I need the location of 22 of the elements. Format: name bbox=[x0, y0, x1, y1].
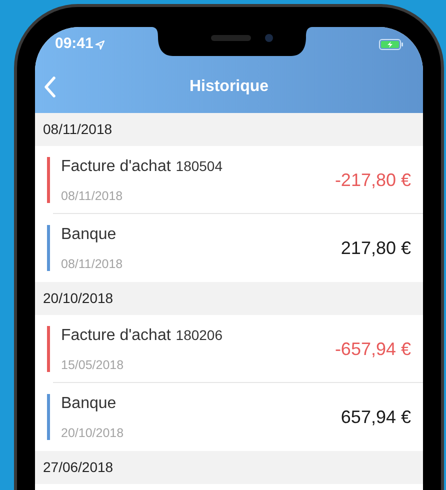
nav-title: Historique bbox=[189, 76, 269, 96]
transaction-reference: 180206 bbox=[176, 326, 222, 345]
location-arrow-icon bbox=[95, 40, 106, 50]
transaction-amount: -657,94 € bbox=[334, 338, 411, 360]
transaction-title: Banque bbox=[61, 224, 116, 245]
section-header: 08/11/2018 bbox=[35, 113, 423, 146]
transaction-reference: 180504 bbox=[176, 156, 222, 176]
transaction-date: 15/05/2018 bbox=[61, 356, 125, 374]
transaction-title: Facture d'achat bbox=[61, 326, 171, 346]
back-chevron-icon[interactable] bbox=[43, 76, 57, 98]
section-header: 27/06/2018 bbox=[35, 451, 423, 484]
transaction-amount: -217,80 € bbox=[334, 168, 411, 192]
transaction-date: 08/11/2018 bbox=[61, 256, 124, 273]
section-header: 20/10/2018 bbox=[35, 282, 423, 315]
transaction-amount: 657,94 € bbox=[340, 406, 411, 428]
transaction-amount: 217,80 € bbox=[340, 236, 411, 260]
transaction-title: Facture d'achat bbox=[61, 156, 171, 177]
transaction-title: Banque bbox=[61, 394, 116, 414]
battery-charging-icon bbox=[379, 39, 403, 50]
transaction-date: 08/11/2018 bbox=[61, 188, 124, 205]
status-time: 09:41 bbox=[55, 34, 94, 54]
transaction-date: 20/10/2018 bbox=[61, 424, 125, 442]
